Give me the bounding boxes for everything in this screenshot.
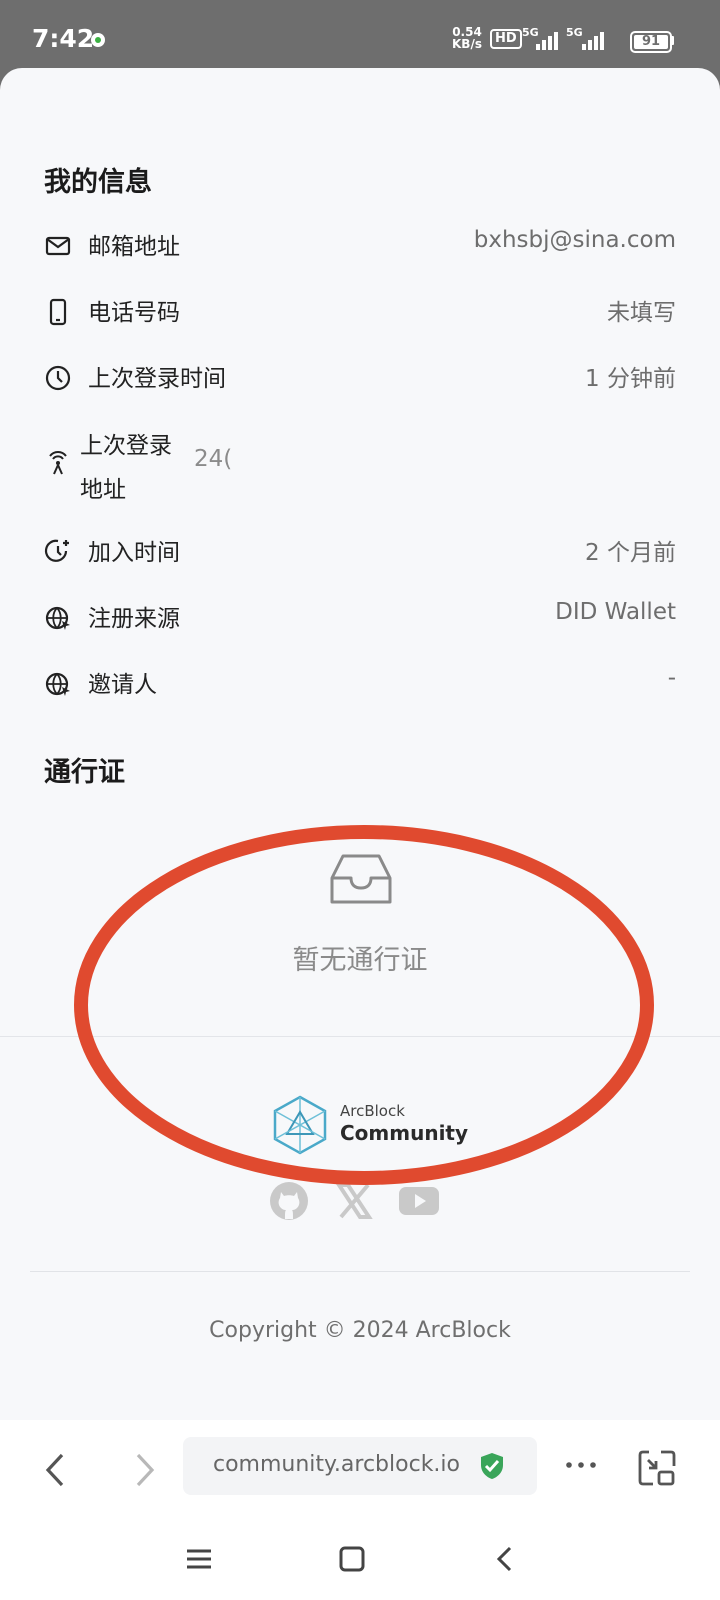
info-value: bxhsbj@sina.com bbox=[473, 227, 676, 253]
info-row-inviter: 邀请人 - bbox=[44, 651, 676, 717]
arcblock-logo[interactable] bbox=[272, 1094, 328, 1156]
hd-icon: HD bbox=[490, 29, 522, 49]
info-value: 未填写 bbox=[607, 300, 676, 326]
clock-plus-icon bbox=[44, 539, 69, 562]
system-back-icon[interactable] bbox=[488, 1542, 522, 1576]
copyright-text: Copyright © 2024 ArcBlock bbox=[209, 1318, 511, 1343]
home-icon[interactable] bbox=[335, 1542, 369, 1576]
globe-icon bbox=[45, 606, 70, 630]
secure-shield-icon[interactable] bbox=[477, 1451, 507, 1481]
info-label: 上次登录时间 bbox=[88, 366, 226, 392]
info-row-last-login-time: 上次登录时间 1 分钟前 bbox=[44, 345, 676, 411]
info-label: 邀请人 bbox=[88, 672, 157, 698]
url-text: community.arcblock.io bbox=[213, 1452, 460, 1477]
antenna-icon bbox=[49, 451, 67, 475]
info-row-join-time: 加入时间 2 个月前 bbox=[44, 519, 676, 585]
info-value: 2 个月前 bbox=[585, 540, 676, 566]
divider bbox=[0, 1036, 720, 1037]
network-type-2: 5G bbox=[566, 26, 583, 39]
info-value: DID Wallet bbox=[555, 599, 676, 625]
status-time: 7:42 bbox=[32, 24, 95, 53]
globe-icon bbox=[45, 672, 70, 696]
chat-notification-icon bbox=[91, 33, 105, 47]
phone-icon bbox=[49, 298, 67, 326]
browser-toolbar: community.arcblock.io bbox=[0, 1420, 720, 1520]
info-value: 1 分钟前 bbox=[585, 366, 676, 392]
info-label: 上次登录地址 bbox=[80, 433, 172, 503]
battery-tip bbox=[671, 36, 674, 45]
menu-icon[interactable] bbox=[182, 1542, 216, 1576]
back-arrow-icon[interactable] bbox=[36, 1450, 76, 1490]
info-label: 邮箱地址 bbox=[88, 234, 180, 260]
info-value: - bbox=[667, 665, 676, 691]
empty-passport-text: 暂无通行证 bbox=[292, 945, 428, 976]
empty-inbox-icon bbox=[330, 854, 392, 904]
signal-icon bbox=[582, 30, 608, 50]
signal-icon bbox=[536, 30, 562, 50]
youtube-icon[interactable] bbox=[398, 1180, 440, 1222]
brand-name-community: Community bbox=[340, 1121, 469, 1145]
battery-icon: 91 bbox=[630, 31, 672, 53]
minimize-window-icon[interactable] bbox=[637, 1448, 677, 1488]
info-label: 注册来源 bbox=[88, 606, 180, 632]
system-navigation-bar bbox=[0, 1520, 720, 1600]
clock-icon bbox=[45, 365, 71, 391]
info-value: 24( bbox=[194, 446, 233, 472]
address-bar[interactable]: community.arcblock.io bbox=[183, 1437, 537, 1495]
status-bar: 7:42 0.54 KB/s HD 5G 5G 91 bbox=[0, 0, 720, 70]
info-label: 电话号码 bbox=[88, 300, 180, 326]
x-icon[interactable] bbox=[333, 1180, 375, 1222]
info-label: 加入时间 bbox=[88, 540, 180, 566]
passport-title: 通行证 bbox=[44, 757, 125, 788]
info-row-phone: 电话号码 未填写 bbox=[44, 279, 676, 345]
more-options-icon[interactable] bbox=[563, 1455, 599, 1475]
profile-page: 我的信息 邮箱地址 bxhsbj@sina.com 电话号码 未填写 上次登录时… bbox=[0, 68, 720, 1420]
forward-arrow-icon[interactable] bbox=[124, 1450, 164, 1490]
network-speed: 0.54 KB/s bbox=[452, 25, 482, 51]
mail-icon bbox=[45, 236, 71, 256]
info-row-last-login-address: 上次登录地址 24( bbox=[44, 418, 676, 514]
github-icon[interactable] bbox=[268, 1180, 310, 1222]
info-row-email: 邮箱地址 bxhsbj@sina.com bbox=[44, 213, 676, 279]
info-row-registration-source: 注册来源 DID Wallet bbox=[44, 585, 676, 651]
divider bbox=[30, 1271, 690, 1272]
my-info-title: 我的信息 bbox=[44, 167, 152, 198]
brand-name-small: ArcBlock bbox=[340, 1102, 405, 1120]
